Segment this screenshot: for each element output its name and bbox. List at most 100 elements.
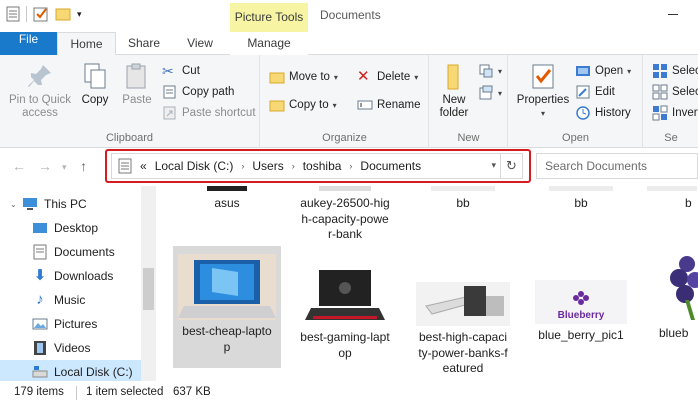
file-item[interactable]: blueb	[647, 246, 698, 368]
edit-icon	[576, 85, 590, 99]
tab-home[interactable]: Home	[57, 32, 116, 56]
new-folder-button[interactable]: New folder	[432, 61, 476, 120]
copy-path-button[interactable]: Copy path	[162, 82, 234, 102]
gaming-laptop-thumbnail	[305, 266, 385, 326]
file-item[interactable]: aukey-26500-hig h-capacity-powe r-bank	[291, 186, 399, 246]
title-bar: ▾ Picture Tools Documents	[0, 0, 698, 32]
recent-chevron-icon[interactable]: ▾	[62, 162, 67, 173]
image-thumbnail	[431, 186, 495, 191]
file-item[interactable]: bb	[527, 186, 635, 236]
nav-item-documents[interactable]: Documents	[0, 240, 141, 264]
selection-count: 1 item selected	[86, 386, 164, 398]
pictures-icon	[32, 318, 48, 330]
tab-share[interactable]: Share	[118, 32, 170, 55]
blueberry-logo-text: Blueberry	[558, 310, 605, 321]
new-group: New folder ▾ ▾ New	[430, 55, 508, 148]
select-none-button[interactable]: Selec	[652, 82, 698, 102]
history-button[interactable]: History	[575, 103, 631, 123]
tab-manage[interactable]: Manage	[230, 32, 308, 55]
paste-shortcut-icon	[163, 106, 176, 120]
nav-item-pictures[interactable]: Pictures	[0, 312, 141, 336]
document-icon[interactable]	[6, 6, 20, 22]
chevron-down-icon[interactable]: ⌄	[10, 200, 18, 209]
file-item[interactable]: b	[647, 186, 698, 236]
history-icon	[576, 106, 590, 120]
nav-item-music[interactable]: ♪ Music	[0, 288, 141, 312]
drive-icon	[32, 366, 48, 378]
status-separator	[76, 386, 77, 400]
new-folder-icon[interactable]	[55, 6, 71, 22]
chevron-down-icon: ▾	[332, 100, 337, 110]
move-to-icon	[269, 72, 285, 84]
paste-icon	[126, 63, 146, 89]
image-thumbnail	[549, 186, 613, 191]
documents-icon	[33, 244, 47, 260]
nav-scrollbar[interactable]	[141, 186, 156, 381]
select-all-button[interactable]: Selec	[652, 61, 698, 81]
paste-button[interactable]: Paste	[118, 61, 156, 107]
file-item[interactable]: best-high-capaci ty-power-banks-f eature…	[409, 246, 517, 375]
tab-view[interactable]: View	[172, 32, 228, 55]
search-input[interactable]: Search Documents	[536, 153, 698, 179]
open-group: Properties ▾ Open ▾ Edit History Open	[509, 55, 643, 148]
copy-button[interactable]: Copy	[76, 61, 114, 107]
copy-to-icon	[269, 100, 285, 112]
copy-to-button[interactable]: Copy to ▾	[269, 95, 337, 115]
copy-path-icon	[163, 85, 176, 99]
up-arrow-icon[interactable]: ↑	[80, 158, 87, 174]
new-item-button[interactable]: ▾	[478, 61, 502, 81]
nav-item-downloads[interactable]: ⬇ Downloads	[0, 264, 141, 288]
file-item[interactable]: bb	[409, 186, 517, 236]
power-bank-thumbnail	[319, 186, 371, 191]
invert-selection-button[interactable]: Invert	[652, 103, 698, 123]
pin-to-quick-access-button[interactable]: Pin to Quick access	[4, 61, 76, 120]
nav-scrollbar-thumb[interactable]	[143, 268, 154, 310]
open-group-label: Open	[562, 132, 589, 144]
image-thumbnail	[647, 186, 697, 191]
tab-file[interactable]: File	[0, 32, 57, 55]
delete-button[interactable]: ✕ Delete ▾	[357, 67, 418, 87]
file-item[interactable]: asus	[173, 186, 281, 236]
picture-tools-context: Picture Tools	[230, 3, 308, 32]
quick-access-toolbar: ▾	[6, 6, 82, 22]
film-icon	[34, 341, 46, 355]
delete-x-icon: ✕	[357, 68, 370, 85]
properties-check-icon[interactable]	[33, 6, 49, 22]
open-button[interactable]: Open ▾	[575, 61, 631, 81]
blueberry-logo-thumbnail: Blueberry	[535, 280, 627, 324]
edit-button[interactable]: Edit	[575, 82, 615, 102]
cut-button[interactable]: ✂ Cut	[162, 61, 200, 81]
file-item[interactable]: best-gaming-lapt op	[291, 246, 399, 368]
file-item-selected[interactable]: best-cheap-lapto p	[173, 246, 281, 368]
chevron-down-icon: ▾	[540, 109, 545, 118]
blueberries-thumbnail	[647, 250, 698, 322]
power-banks-thumbnail	[416, 282, 510, 326]
easy-access-button[interactable]: ▾	[478, 83, 502, 103]
minimize-icon[interactable]	[668, 14, 678, 15]
ribbon-tabs: File Home Share View Manage	[0, 32, 698, 56]
chevron-down-icon[interactable]: ▾	[77, 9, 82, 20]
new-item-icon	[479, 64, 493, 78]
paste-shortcut-button[interactable]: Paste shortcut	[162, 103, 256, 123]
nav-item-desktop[interactable]: Desktop	[0, 216, 141, 240]
organize-group-label: Organize	[322, 132, 367, 144]
chevron-down-icon: ▾	[627, 66, 632, 76]
chevron-down-icon: ▾	[414, 72, 419, 82]
back-arrow-icon[interactable]: ←	[12, 158, 26, 174]
invert-selection-icon	[652, 105, 668, 121]
open-icon	[576, 66, 590, 76]
rename-button[interactable]: Rename	[357, 95, 420, 115]
address-row: ← → ▾ ↑ « Local Disk (C:) › Users › tosh…	[0, 148, 698, 186]
nav-item-videos[interactable]: Videos	[0, 336, 141, 360]
forward-arrow-icon[interactable]: →	[38, 158, 52, 174]
nav-item-this-pc[interactable]: ⌄ This PC	[0, 192, 141, 216]
file-item[interactable]: Blueberry blue_berry_pic1	[527, 246, 635, 368]
new-group-label: New	[457, 132, 480, 144]
properties-button[interactable]: Properties ▾	[515, 61, 571, 120]
download-arrow-icon: ⬇	[33, 267, 47, 284]
computer-icon	[23, 198, 37, 210]
clipboard-group-label: Clipboard	[105, 132, 154, 144]
move-to-button[interactable]: Move to ▾	[269, 67, 338, 87]
file-list: asus aukey-26500-hig h-capacity-powe r-b…	[157, 186, 698, 381]
music-note-icon: ♪	[36, 291, 44, 308]
